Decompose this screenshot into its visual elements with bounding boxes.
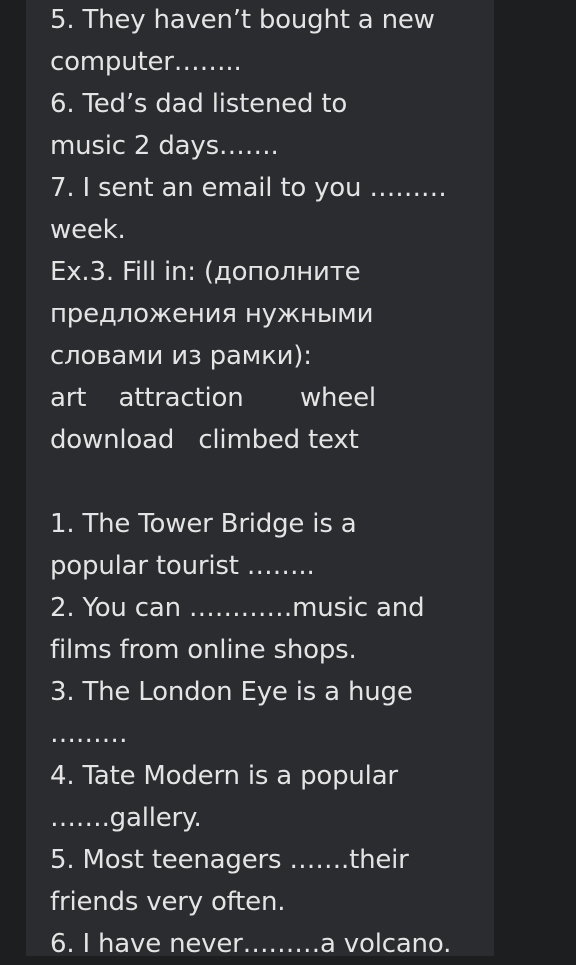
text-line: computer…….. [50,47,242,77]
text-line: friends very often. [50,887,286,917]
word-box-line: art attraction wheel [50,383,376,413]
text-line: 5. Most teenagers …….their [50,845,409,875]
text-line: 2. You can …………music and [50,593,425,623]
text-line: 1. The Tower Bridge is a [50,509,357,539]
text-line: week. [50,215,126,245]
text-line: предложения нужными [50,299,374,329]
text-line: music 2 days……. [50,131,279,161]
text-line: 6. Ted’s dad listened to [50,89,348,119]
text-line: 5. They haven’t bought a new [50,5,435,35]
text-line: словами из рамки): [50,341,312,371]
text-line: 4. Tate Modern is a popular [50,761,398,791]
text-line: …….gallery. [50,803,202,833]
text-line: ……… [50,719,128,749]
text-line: 3. The London Eye is a huge [50,677,413,707]
text-line: films from online shops. [50,635,357,665]
text-line: 7. I sent an email to you ……… [50,173,447,203]
exercise-heading: Ex.3. Fill in: (дополните [50,257,361,287]
message-text: 5. They haven’t bought a new computer…….… [50,0,486,965]
text-line: 6. I have never………a volcano. [50,929,452,959]
text-line: popular tourist …….. [50,551,315,581]
word-box-line: download climbed text [50,425,359,455]
